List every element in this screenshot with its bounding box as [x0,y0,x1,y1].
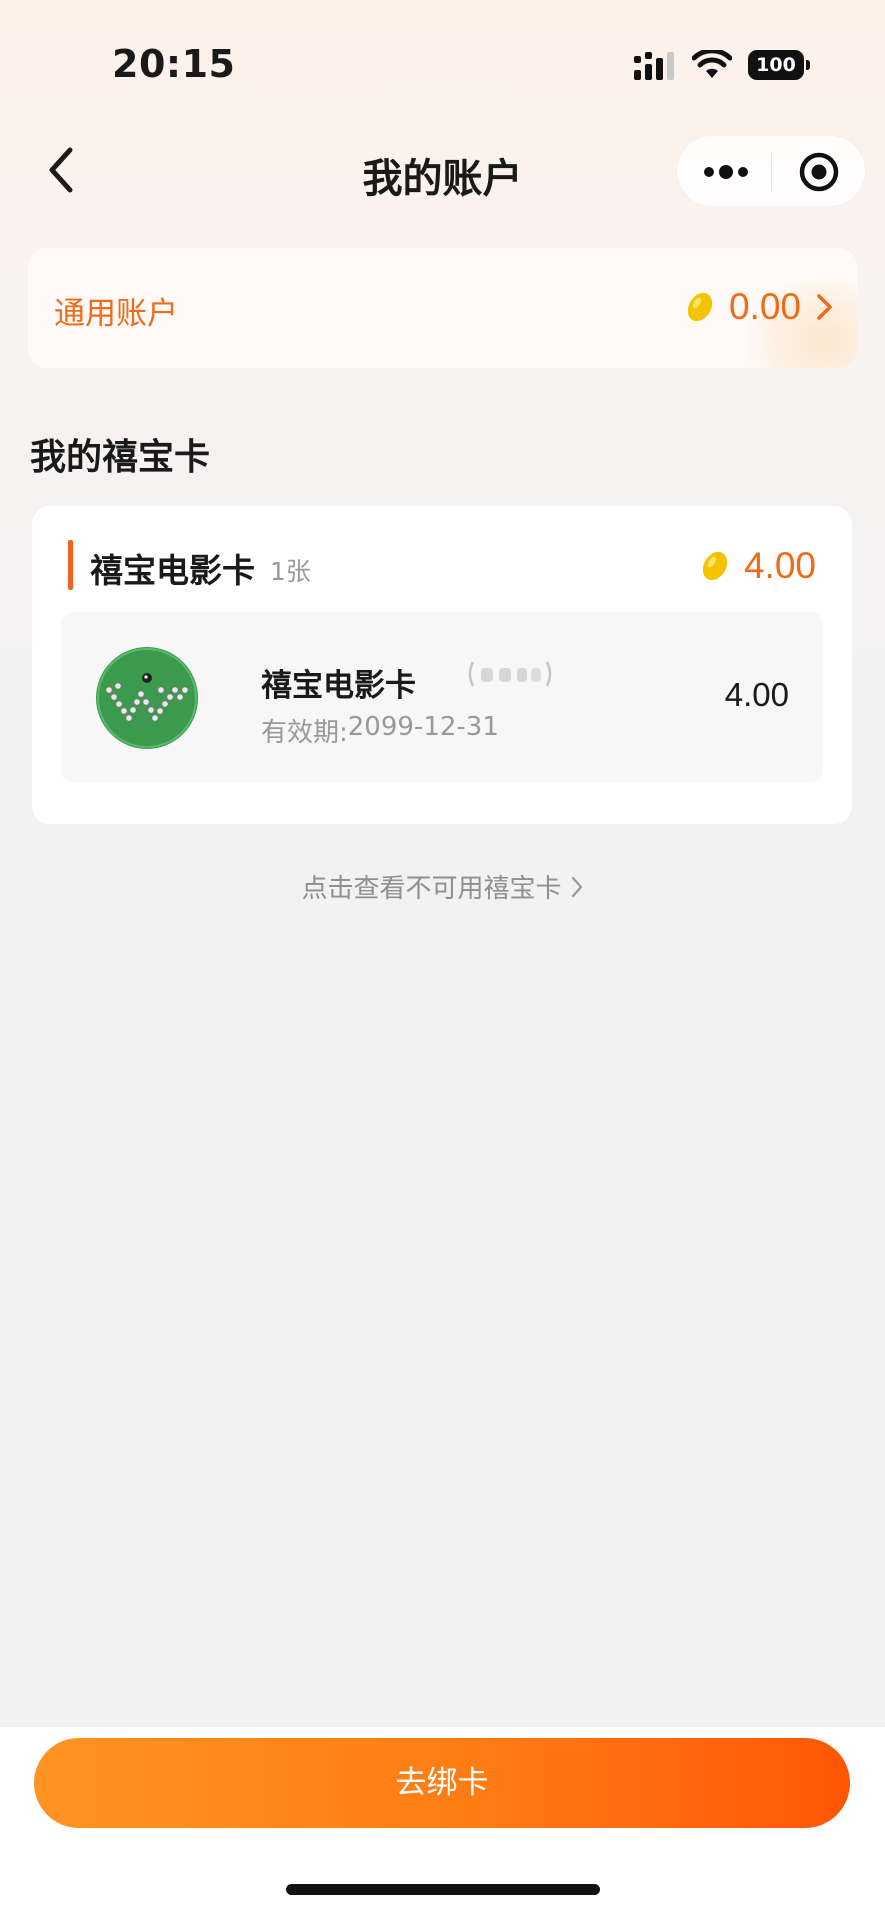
close-target-icon[interactable] [797,150,841,194]
bind-card-button[interactable]: 去绑卡 [34,1738,850,1828]
masked-card-number [468,661,552,687]
card-expiry-label: 有效期: [261,718,348,748]
signal-icon [634,52,674,80]
general-account-amount: 0.00 [728,286,801,327]
card-expiry-date: 2099-12-31 [347,712,499,742]
home-indicator [286,1884,600,1895]
card-value: 4.00 [724,676,789,713]
view-unavailable-label: 点击查看不可用禧宝卡 [301,874,562,904]
wifi-icon [692,50,732,78]
mini-program-capsule [676,135,866,207]
card-group-total: 4.00 [700,540,816,592]
general-account-card[interactable]: 通用账户 0.00 [28,248,857,368]
group-accent-bar [68,540,73,590]
bean-coin-icon [687,292,713,322]
card-group-count: 1张 [270,557,311,586]
section-title: 我的禧宝卡 [30,437,211,478]
chevron-right-icon [571,876,582,897]
view-unavailable-cards-link[interactable]: 点击查看不可用禧宝卡 [0,868,885,905]
card-group-panel: 禧宝电影卡 1张 4.00 禧宝电影卡 有效期: 2099-12-31 4.00 [32,506,852,824]
chevron-right-icon [817,294,832,320]
bean-coin-icon [702,551,728,581]
battery-level: 100 [748,50,804,80]
card-expiry: 有效期: 2099-12-31 [261,712,499,749]
battery-tip [806,60,810,70]
general-account-balance: 0.00 [685,282,835,332]
card-name: 禧宝电影卡 [261,668,416,704]
capsule-divider [771,154,772,190]
card-group-name: 禧宝电影卡 [90,551,255,590]
card-list-item[interactable]: 禧宝电影卡 有效期: 2099-12-31 4.00 [61,612,823,782]
status-time: 20:15 [112,42,236,86]
battery-icon: 100 [748,50,810,80]
more-dots-icon[interactable] [701,158,751,186]
card-group-total-amount: 4.00 [743,545,816,586]
general-account-label: 通用账户 [54,296,178,332]
status-bar: 20:15 100 [0,0,885,120]
w-logo-icon [96,647,198,749]
